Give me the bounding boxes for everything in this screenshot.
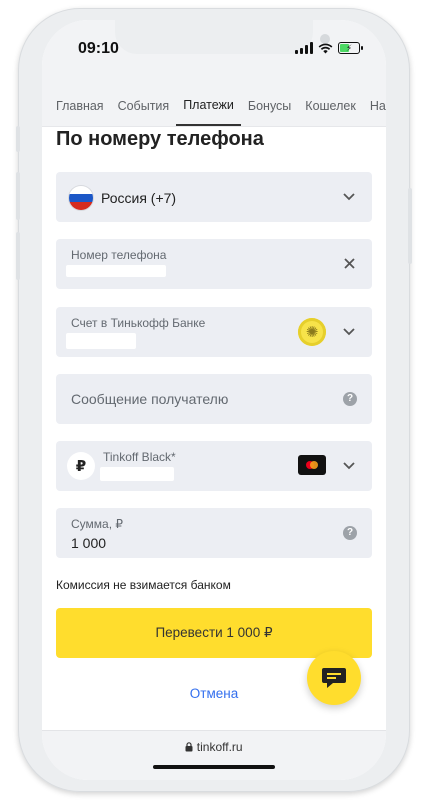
amount-field-label: Сумма, ₽ bbox=[71, 517, 124, 531]
amount-field[interactable]: Сумма, ₽ 1 000 ? bbox=[56, 508, 372, 558]
notch bbox=[115, 20, 330, 54]
url-display: tinkoff.ru bbox=[42, 740, 386, 754]
source-card-balance-redacted bbox=[100, 467, 174, 481]
commission-note: Комиссия не взимается банком bbox=[56, 578, 231, 592]
wifi-icon bbox=[318, 43, 333, 53]
home-indicator bbox=[153, 765, 275, 769]
source-card-select[interactable]: ₽ Tinkoff Black* bbox=[56, 441, 372, 491]
recipient-account-select[interactable]: Счет в Тинькофф Банке ✺ bbox=[56, 307, 372, 357]
phone-side-button bbox=[16, 126, 20, 152]
phone-field[interactable]: Номер телефона bbox=[56, 239, 372, 289]
phone-field-label: Номер телефона bbox=[71, 248, 167, 262]
chevron-down-icon bbox=[343, 462, 355, 470]
chat-icon bbox=[322, 668, 346, 688]
phone-value-redacted bbox=[66, 265, 166, 277]
account-field-label: Счет в Тинькофф Банке bbox=[71, 316, 206, 330]
account-value-redacted bbox=[66, 333, 136, 349]
country-select[interactable]: Россия (+7) bbox=[56, 172, 372, 222]
russia-flag-icon bbox=[69, 186, 93, 210]
battery-icon: ⚡ bbox=[338, 42, 363, 54]
help-icon[interactable]: ? bbox=[343, 526, 357, 540]
phone-side-button bbox=[408, 188, 412, 264]
chat-button[interactable] bbox=[307, 651, 361, 705]
message-placeholder: Сообщение получателю bbox=[71, 391, 229, 407]
phone-screen: 09:10 ⚡ Главная События Платежи Бонусы К… bbox=[42, 20, 386, 780]
bank-card-icon bbox=[298, 455, 326, 475]
amount-value: 1 000 bbox=[71, 535, 107, 551]
ruble-icon: ₽ bbox=[67, 452, 95, 480]
status-time: 09:10 bbox=[78, 40, 119, 57]
tab-events[interactable]: События bbox=[111, 86, 177, 126]
tab-bonuses[interactable]: Бонусы bbox=[241, 86, 298, 126]
help-icon[interactable]: ? bbox=[343, 392, 357, 406]
chevron-down-icon bbox=[343, 193, 355, 201]
nav-tabs: Главная События Платежи Бонусы Кошелек Н… bbox=[42, 86, 386, 127]
tab-home[interactable]: Главная bbox=[42, 86, 111, 126]
clear-icon[interactable] bbox=[344, 258, 355, 269]
signal-icon bbox=[295, 42, 313, 54]
source-card-label: Tinkoff Black* bbox=[103, 450, 176, 464]
phone-side-button bbox=[16, 172, 20, 220]
country-value: Россия (+7) bbox=[101, 190, 177, 206]
message-field[interactable]: Сообщение получателю ? bbox=[56, 374, 372, 424]
status-bar: 09:10 ⚡ bbox=[42, 20, 386, 86]
bank-emblem-icon: ✺ bbox=[298, 318, 326, 346]
status-icons: ⚡ bbox=[295, 42, 363, 54]
tab-settings[interactable]: Настро bbox=[363, 86, 386, 126]
url-text: tinkoff.ru bbox=[196, 740, 243, 754]
transfer-button[interactable]: Перевести 1 000 ₽ bbox=[56, 608, 372, 658]
phone-side-button bbox=[16, 232, 20, 280]
browser-url-bar[interactable]: tinkoff.ru bbox=[42, 730, 386, 780]
tab-wallet[interactable]: Кошелек bbox=[298, 86, 363, 126]
chevron-down-icon bbox=[343, 328, 355, 336]
lock-icon bbox=[185, 742, 193, 752]
page-title: По номеру телефона bbox=[56, 128, 264, 150]
tab-payments[interactable]: Платежи bbox=[176, 86, 241, 126]
